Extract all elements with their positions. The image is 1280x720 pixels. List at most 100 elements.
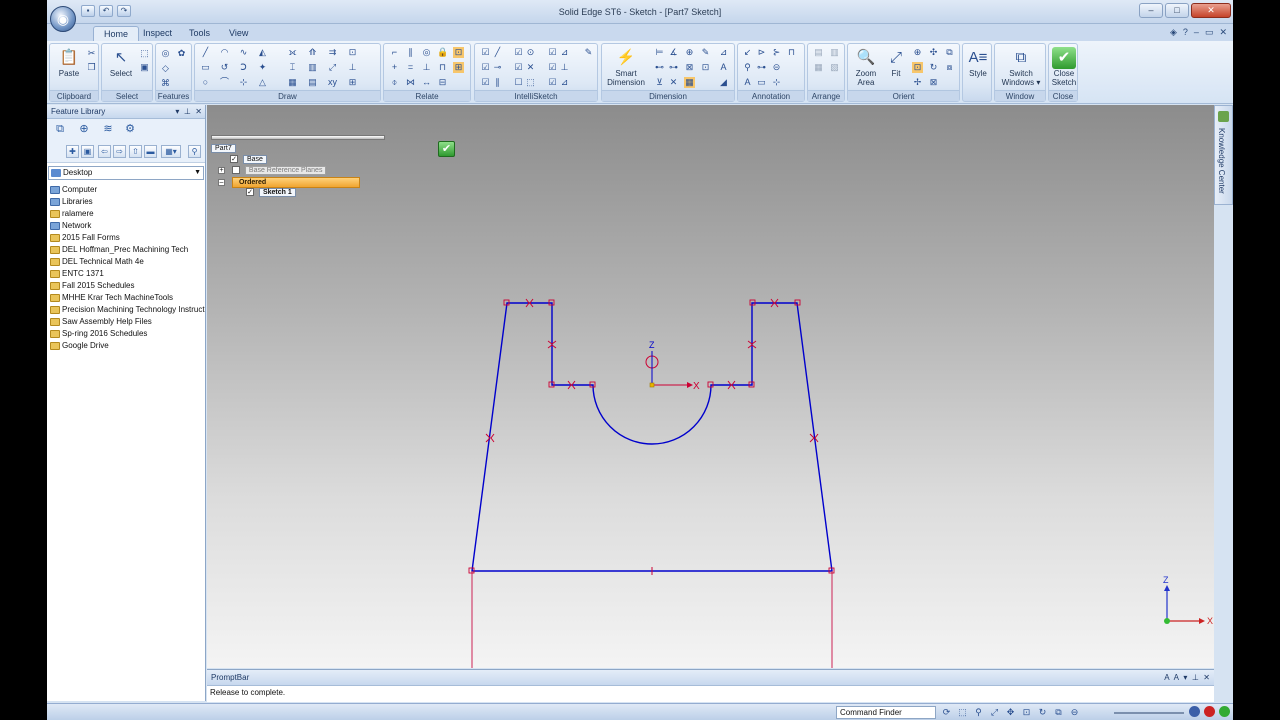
- forward-icon[interactable]: ⇨: [113, 145, 126, 158]
- go-icon[interactable]: [1219, 706, 1230, 717]
- concentric-icon[interactable]: ◎: [421, 47, 432, 58]
- fit-button[interactable]: ⤢ Fit: [879, 47, 913, 78]
- library-item[interactable]: ENTC 1371: [47, 268, 205, 280]
- construction-icon[interactable]: △: [257, 77, 268, 88]
- zoom-in-icon[interactable]: [1189, 706, 1200, 717]
- bring-front-icon[interactable]: ▤: [813, 47, 824, 58]
- font-size-icon[interactable]: A: [1164, 673, 1169, 682]
- dim-axis-icon[interactable]: ⊶: [668, 62, 679, 73]
- panel-pin-icon[interactable]: ⊥: [184, 107, 191, 116]
- tangent-icon[interactable]: ⊥: [421, 62, 432, 73]
- arc-icon[interactable]: ◠: [219, 47, 230, 58]
- intellisketch-options-icon[interactable]: ✎: [583, 47, 594, 58]
- prompt-menu-icon[interactable]: ▾: [1183, 673, 1187, 682]
- zoom-out-icon[interactable]: ⊖: [1068, 706, 1081, 719]
- fcf-icon[interactable]: ▭: [756, 77, 767, 88]
- mdi-restore-icon[interactable]: ▭: [1205, 27, 1214, 38]
- spin-icon[interactable]: ✢: [912, 77, 923, 88]
- intellisketch-parallel-icon[interactable]: ∥: [492, 77, 503, 88]
- select-tool-icon[interactable]: ⬚: [139, 48, 150, 59]
- views-icon[interactable]: ▦▾: [161, 145, 181, 158]
- edge-condition-icon[interactable]: ⊝: [771, 62, 782, 73]
- cut-icon[interactable]: ✂: [86, 48, 97, 59]
- help-icon[interactable]: ?: [1183, 27, 1188, 38]
- intellisketch-check-1[interactable]: ☑: [480, 47, 491, 58]
- tab-view[interactable]: View: [219, 26, 258, 42]
- expand-base-planes-icon[interactable]: +: [218, 166, 225, 174]
- chamfer-dim-icon[interactable]: ⊿: [718, 47, 729, 58]
- pathfinder-scroll[interactable]: [211, 135, 385, 140]
- zoom-area-sb-icon[interactable]: ⬚: [956, 706, 969, 719]
- style-button[interactable]: A≡ Style: [961, 47, 995, 78]
- intellisketch-check-2[interactable]: ☑: [513, 47, 524, 58]
- knowledge-center-tab[interactable]: Knowledge Center: [1214, 105, 1233, 205]
- accept-check-button[interactable]: ✔: [438, 141, 455, 157]
- angular-coord-icon[interactable]: ⊷: [654, 62, 665, 73]
- help-options-icon[interactable]: ◈: [1170, 27, 1177, 38]
- ellipse-icon[interactable]: Ↄ: [238, 62, 249, 73]
- folder-icon[interactable]: ▬: [144, 145, 157, 158]
- fillet-icon[interactable]: ⌒: [219, 77, 230, 88]
- named-views-icon[interactable]: ⧇: [944, 62, 955, 73]
- library-item[interactable]: Fall 2015 Schedules: [47, 280, 205, 292]
- family-members-tab-icon[interactable]: ⊕: [77, 123, 91, 136]
- fill-icon[interactable]: ◭: [257, 47, 268, 58]
- mirror-icon[interactable]: ⊡: [347, 47, 358, 58]
- maintain-relations-icon[interactable]: ⊡: [453, 47, 464, 58]
- connect-icon[interactable]: +: [389, 62, 400, 73]
- command-finder-input[interactable]: Command Finder: [836, 706, 936, 719]
- zoom-slider[interactable]: [1114, 712, 1184, 714]
- rectangle-icon[interactable]: ▭: [200, 62, 211, 73]
- symmetric-icon[interactable]: ⋈: [405, 77, 416, 88]
- view-orient-icon[interactable]: ⧉: [944, 47, 955, 58]
- layers-tab-icon[interactable]: ≋: [101, 123, 115, 136]
- text-icon[interactable]: A: [742, 77, 753, 88]
- pf-base[interactable]: ✓ Base: [230, 155, 267, 165]
- pattern-icon[interactable]: ⊞: [347, 77, 358, 88]
- tab-inspect[interactable]: Inspect: [133, 26, 182, 42]
- maximize-button[interactable]: □: [1165, 3, 1189, 18]
- up-folder-icon[interactable]: ⇧: [129, 145, 142, 158]
- feature-icon-3[interactable]: ◇: [160, 63, 171, 74]
- location-dropdown[interactable]: Desktop ▼: [48, 166, 204, 180]
- dim-auto-icon[interactable]: ▦: [684, 77, 695, 88]
- prompt-pin-icon[interactable]: ⊥: [1192, 673, 1199, 682]
- intellisketch-perp-icon[interactable]: ⊿: [559, 77, 570, 88]
- view-sketch-icon[interactable]: ⊠: [928, 77, 939, 88]
- intellisketch-check-4[interactable]: ☑: [480, 62, 491, 73]
- feature-icon-1[interactable]: ◎: [160, 48, 171, 59]
- feature-icon-2[interactable]: ✿: [176, 48, 187, 59]
- collapse-ordered-icon[interactable]: –: [218, 178, 225, 186]
- base-checkbox[interactable]: ✓: [230, 155, 238, 164]
- library-item[interactable]: DEL Technical Math 4e: [47, 256, 205, 268]
- select-button[interactable]: ↖ Select: [104, 47, 138, 78]
- zoom-sb-icon[interactable]: ⚲: [972, 706, 985, 719]
- dim-remove-icon[interactable]: ✕: [668, 77, 679, 88]
- fit-sb-icon[interactable]: ⤢: [988, 706, 1001, 719]
- feature-icon-4[interactable]: ⌘: [160, 78, 171, 89]
- offset-icon[interactable]: ⇉: [327, 47, 338, 58]
- library-item[interactable]: Network: [47, 220, 205, 232]
- paste-button[interactable]: 📋 Paste: [52, 47, 86, 78]
- intellisketch-line-icon[interactable]: ╱: [492, 47, 503, 58]
- leader-icon[interactable]: ↙: [742, 47, 753, 58]
- surface-texture-icon[interactable]: ⊱: [771, 47, 782, 58]
- horizontal-vertical-icon[interactable]: ⌽: [389, 77, 400, 88]
- datum-icon[interactable]: ⊶: [756, 62, 767, 73]
- panel-close-icon[interactable]: ✕: [195, 107, 202, 116]
- circle-icon[interactable]: ○: [200, 77, 211, 88]
- relation-handles-icon[interactable]: ⊞: [453, 62, 464, 73]
- pf-sketch[interactable]: ✓ Sketch 1: [246, 188, 296, 198]
- library-item[interactable]: ralamere: [47, 208, 205, 220]
- equal-icon[interactable]: =: [405, 62, 416, 73]
- intellisketch-check-6[interactable]: ☑: [547, 62, 558, 73]
- select-filter-icon[interactable]: ▣: [139, 62, 150, 73]
- split-icon[interactable]: ⌶: [287, 62, 298, 73]
- new-folder-icon[interactable]: ▣: [81, 145, 94, 158]
- intellisketch-end-icon[interactable]: ⊿: [559, 47, 570, 58]
- close-window-button[interactable]: ✕: [1191, 3, 1231, 18]
- library-item[interactable]: 2015 Fall Forms: [47, 232, 205, 244]
- intellisketch-mid-icon[interactable]: ⊸: [492, 62, 503, 73]
- views-sb-icon[interactable]: ⧉: [1052, 706, 1065, 719]
- refresh-view-icon[interactable]: ⟳: [940, 706, 953, 719]
